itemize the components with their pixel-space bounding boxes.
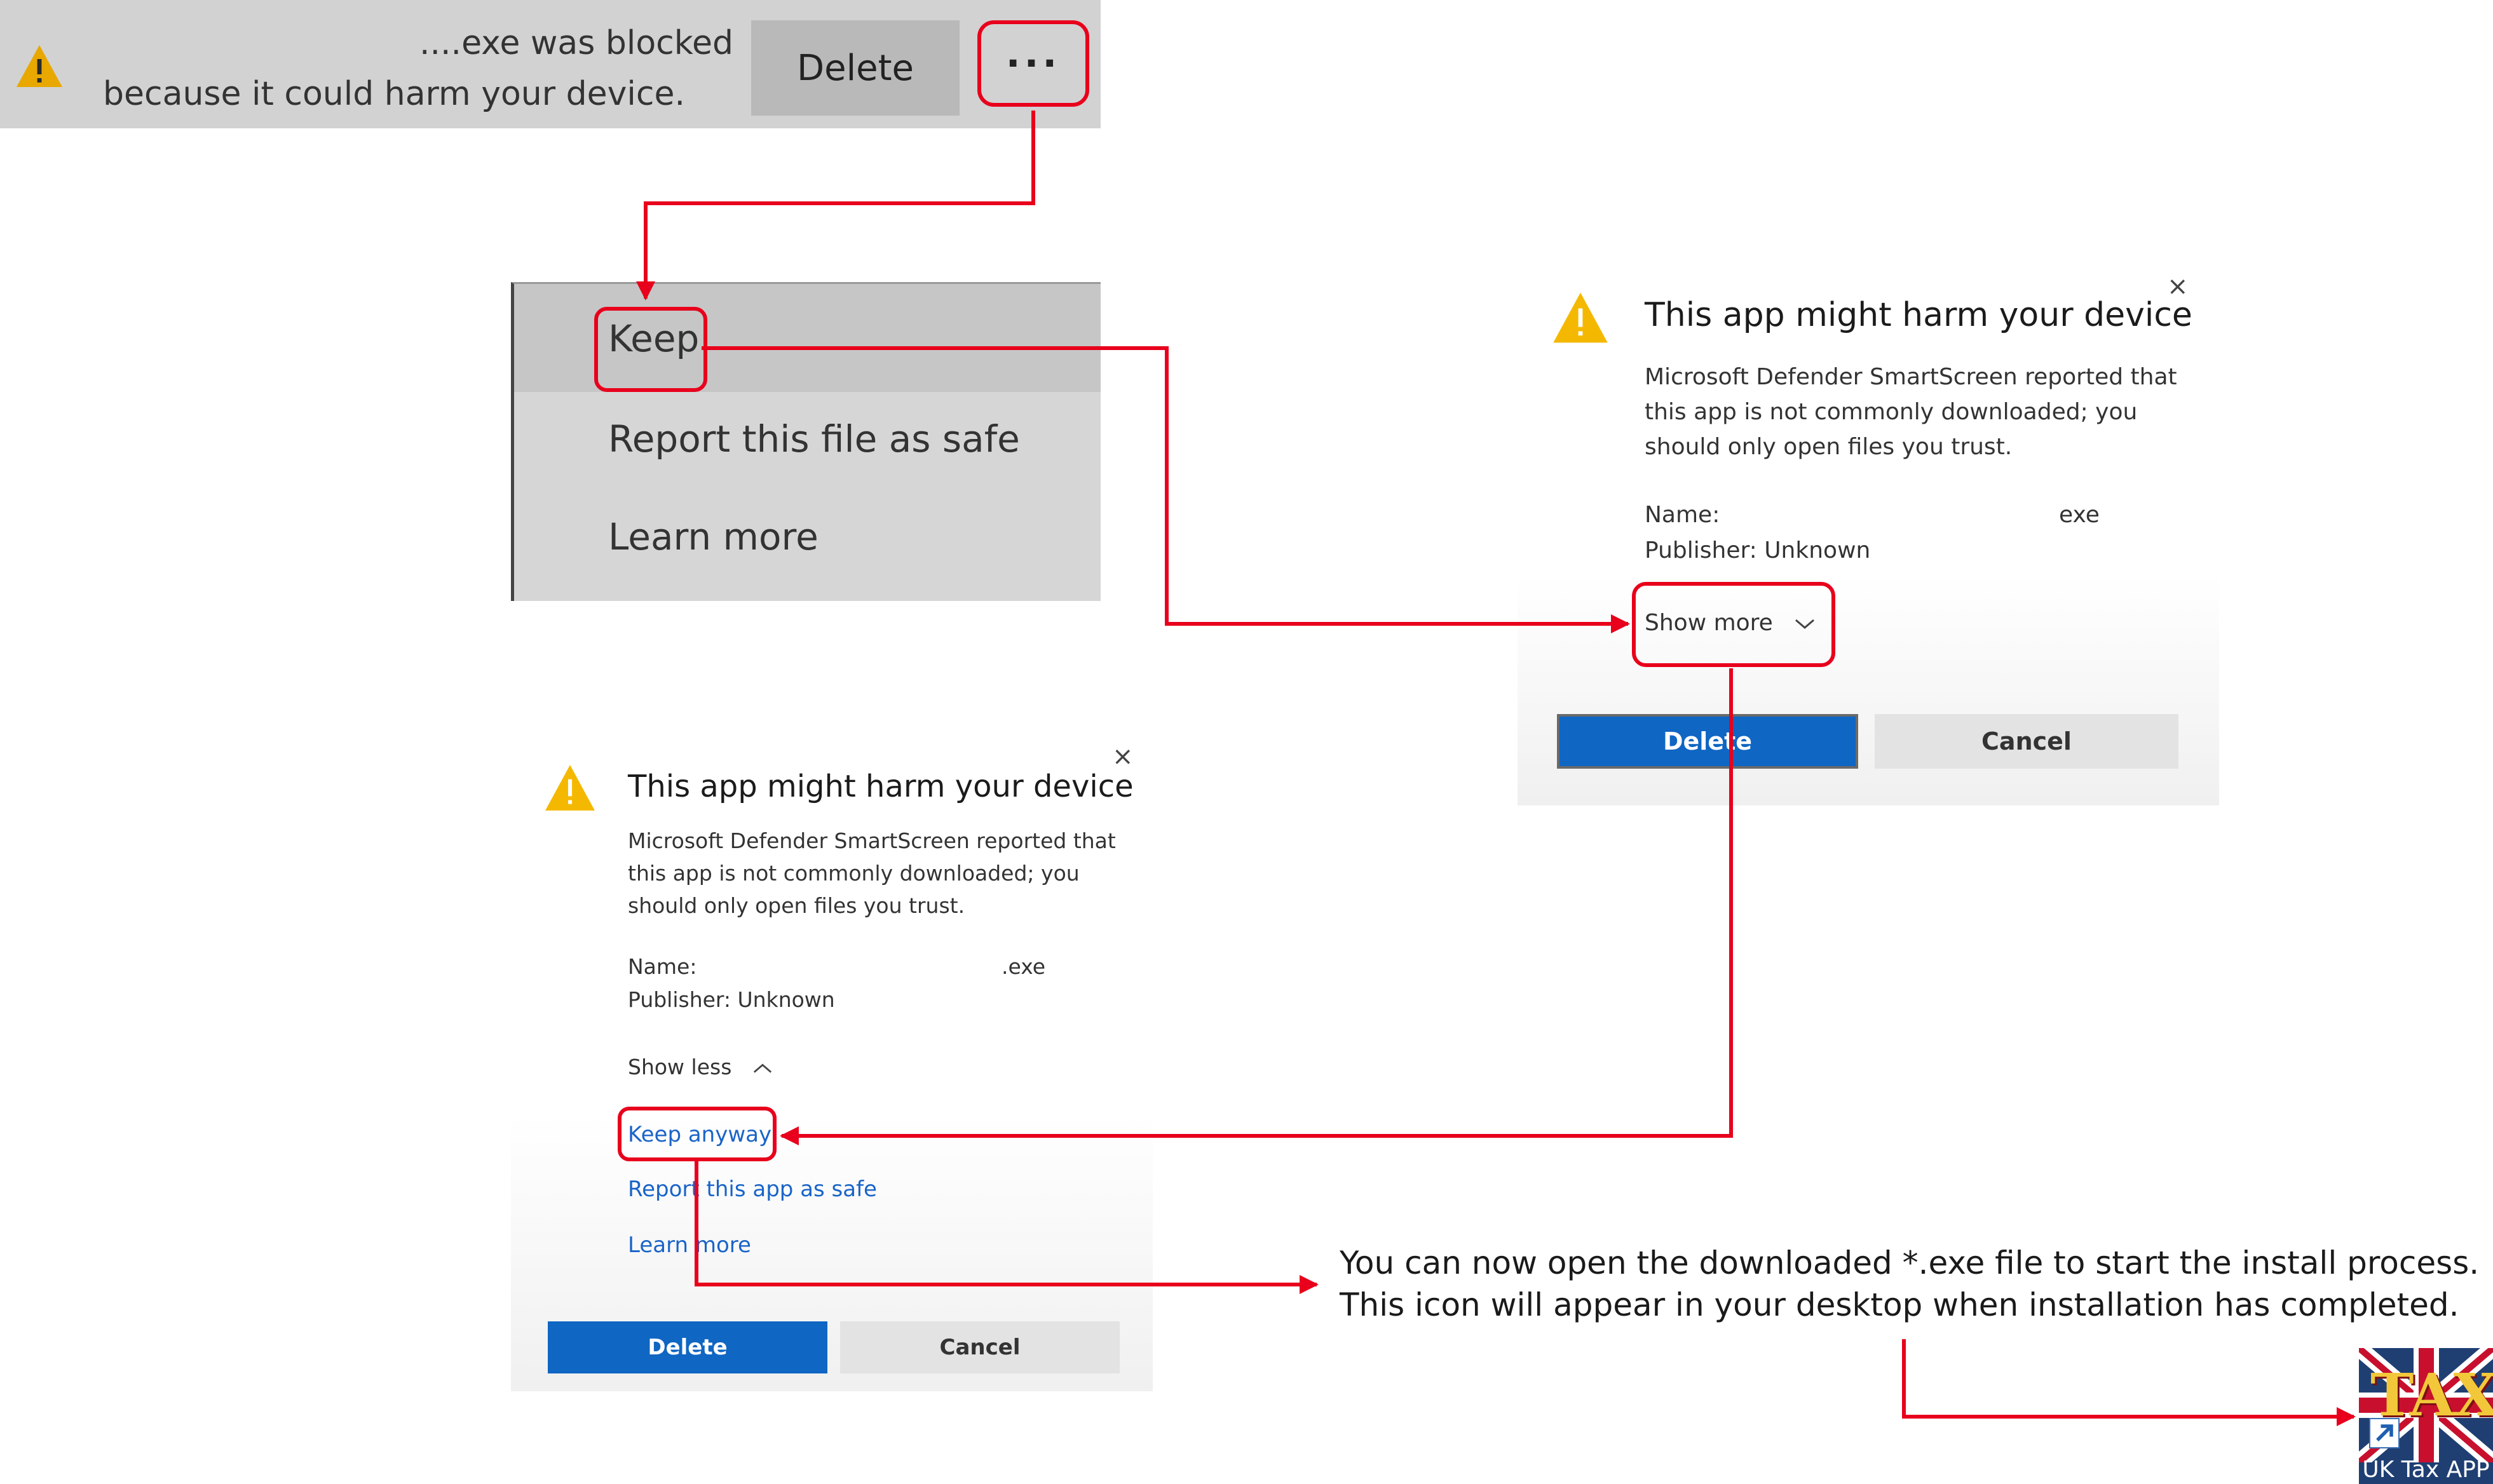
dialog-title: This app might harm your device — [628, 769, 1134, 804]
dialog-message: Microsoft Defender SmartScreen reported … — [1645, 364, 2177, 460]
report-safe-link[interactable]: Report this app as safe — [628, 1177, 877, 1202]
desktop-icon-label: UK Tax APP — [2362, 1457, 2490, 1483]
keep-highlight-box — [594, 307, 707, 392]
menu-item-learn-more[interactable]: Learn more — [608, 515, 819, 558]
chevron-up-icon — [753, 1063, 771, 1073]
warning-icon — [545, 765, 595, 811]
delete-button[interactable]: Delete — [548, 1321, 827, 1373]
instruction-note: You can now open the downloaded *.exe fi… — [1340, 1242, 2479, 1326]
warning-icon — [17, 45, 62, 87]
name-label: Name: — [628, 954, 697, 979]
arrow-note-to-icon — [1902, 1339, 2356, 1426]
name-value: .exe — [1002, 954, 1046, 979]
cancel-button[interactable]: Cancel — [840, 1321, 1120, 1373]
dialog-title: This app might harm your device — [1645, 296, 2192, 334]
blocked-message: ....exe was blocked — [419, 24, 733, 62]
smartscreen-dialog-expanded: × This app might harm your device Micros… — [511, 731, 1153, 1391]
delete-button[interactable]: Delete — [1557, 714, 1858, 769]
show-less-toggle[interactable]: Show less — [628, 1055, 773, 1079]
instruction-line-2: This icon will appear in your desktop wh… — [1340, 1286, 2459, 1323]
show-less-label: Show less — [628, 1055, 732, 1079]
dialog-message: Microsoft Defender SmartScreen reported … — [628, 828, 1116, 918]
learn-more-link[interactable]: Learn more — [628, 1232, 751, 1258]
show-more-highlight-box — [1632, 582, 1835, 667]
keep-anyway-highlight-box — [618, 1107, 777, 1161]
close-icon[interactable]: × — [1112, 742, 1134, 771]
publisher-label: Publisher: Unknown — [628, 987, 835, 1012]
delete-button[interactable]: Delete — [751, 20, 960, 116]
cancel-button[interactable]: Cancel — [1875, 714, 2178, 769]
download-bar: ....exe was blocked because it could har… — [0, 0, 1101, 128]
arrow-more-to-menu — [636, 111, 1035, 300]
warning-icon — [1553, 292, 1608, 343]
publisher-label: Publisher: Unknown — [1645, 537, 1871, 563]
smartscreen-dialog-collapsed: × This app might harm your device Micros… — [1518, 254, 2219, 806]
instruction-line-1: You can now open the downloaded *.exe fi… — [1340, 1245, 2480, 1281]
more-options-button[interactable]: ··· — [977, 20, 1089, 107]
download-context-menu: Keep Report this file as safe Learn more — [511, 282, 1101, 601]
name-label: Name: — [1645, 502, 1720, 528]
menu-item-report-safe[interactable]: Report this file as safe — [608, 417, 1020, 461]
blocked-message-reason: because it could harm your device. — [103, 75, 685, 113]
uk-tax-app-desktop-icon[interactable]: TAX UK Tax APP — [2359, 1348, 2493, 1484]
name-value: exe — [2059, 502, 2100, 528]
shortcut-arrow-icon — [2369, 1418, 2400, 1448]
